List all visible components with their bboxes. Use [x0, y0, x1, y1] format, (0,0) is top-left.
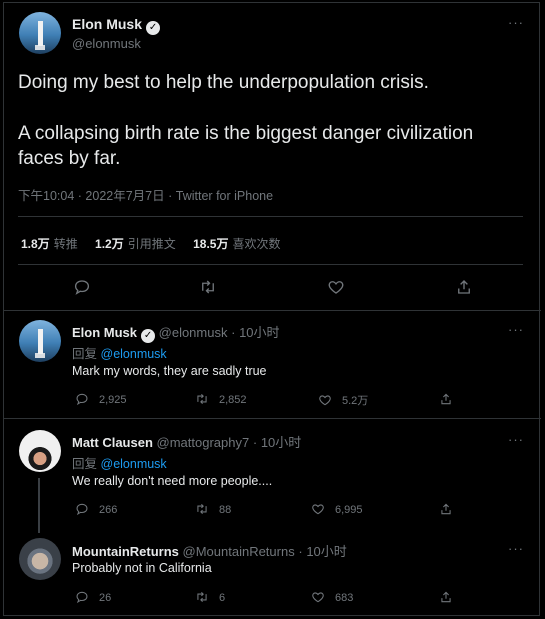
tweet-meta: 下午10:04 · 2022年7月7日 · Twitter for iPhone: [18, 185, 273, 204]
reply-avatar[interactable]: [19, 430, 61, 472]
more-icon[interactable]: ···: [508, 322, 524, 337]
quotes-count: 1.2万: [95, 237, 124, 251]
author-name[interactable]: Elon Musk ✓: [72, 16, 161, 35]
share-button[interactable]: [439, 502, 463, 516]
retweet-button[interactable]: 6: [195, 590, 225, 604]
retweet-count: 2,852: [219, 394, 247, 406]
reply-to-link[interactable]: @elonmusk: [101, 347, 167, 361]
reply-button[interactable]: 2,925: [75, 392, 127, 406]
reply-icon: [75, 392, 89, 406]
meta-sep: ·: [168, 189, 173, 203]
divider: [18, 216, 523, 217]
like-icon: [311, 502, 325, 516]
retweet-icon: [195, 392, 209, 406]
reply-avatar[interactable]: [19, 538, 61, 580]
reply-avatar[interactable]: [19, 320, 61, 362]
reply-count: 26: [99, 592, 112, 604]
tweet-stats: 1.8万 转推 1.2万 引用推文 18.5万 喜欢次数: [21, 235, 294, 252]
like-button[interactable]: 5.2万: [318, 392, 368, 408]
quotes-stat[interactable]: 1.2万 引用推文: [95, 237, 176, 251]
reply-handle[interactable]: @mattography7: [157, 435, 250, 450]
meta-sep: ·: [231, 325, 236, 340]
reply-text: We really don't need more people....: [72, 474, 273, 488]
reply-author[interactable]: Elon Musk ✓ @elonmusk · 10小时: [72, 322, 280, 343]
share-icon[interactable]: [455, 278, 473, 296]
divider: [4, 418, 541, 419]
reply-icon[interactable]: [73, 278, 91, 296]
reply-prefix: 回复: [72, 347, 98, 361]
author-avatar[interactable]: [19, 12, 61, 54]
likes-count: 18.5万: [193, 237, 229, 251]
reply-count: 266: [99, 504, 118, 516]
reply-age[interactable]: 10小时: [239, 325, 279, 340]
retweet-button[interactable]: 88: [195, 502, 231, 516]
share-button[interactable]: [439, 392, 463, 406]
retweets-label: 转推: [53, 237, 78, 251]
like-button[interactable]: 6,995: [311, 502, 363, 516]
likes-stat[interactable]: 18.5万 喜欢次数: [193, 237, 280, 251]
more-icon[interactable]: ···: [508, 432, 524, 447]
like-icon: [311, 590, 325, 604]
retweet-icon: [195, 590, 209, 604]
meta-sep: ·: [252, 435, 258, 450]
reply-age[interactable]: 10小时: [261, 435, 301, 450]
reply-to-line: 回复 @elonmusk: [72, 453, 167, 472]
reply-handle[interactable]: @MountainReturns: [183, 544, 295, 559]
reply-handle[interactable]: @elonmusk: [159, 325, 228, 340]
reply-button[interactable]: 26: [75, 590, 111, 604]
retweet-icon: [195, 502, 209, 516]
like-icon[interactable]: [327, 278, 345, 296]
quotes-label: 引用推文: [127, 237, 176, 251]
reply-text: Probably not in California: [72, 561, 212, 575]
tweet-text-line-3: faces by far.: [18, 148, 121, 169]
tweet-text-line-2: A collapsing birth rate is the biggest d…: [18, 123, 474, 144]
share-icon: [439, 392, 453, 406]
reply-author-name[interactable]: MountainReturns: [72, 544, 179, 559]
share-icon: [439, 590, 453, 604]
reply-author[interactable]: MountainReturns @MountainReturns · 10小时: [72, 541, 347, 560]
more-icon[interactable]: ···: [508, 15, 524, 30]
reply-author-name[interactable]: Matt Clausen: [72, 435, 153, 450]
author-name-text[interactable]: Elon Musk: [72, 16, 142, 32]
like-count: 6,995: [335, 504, 363, 516]
like-count: 5.2万: [342, 395, 369, 407]
share-icon: [439, 502, 453, 516]
meta-sep: ·: [298, 544, 303, 559]
reply-prefix: 回复: [72, 457, 98, 471]
verified-badge-icon: ✓: [141, 329, 156, 343]
share-button[interactable]: [439, 590, 463, 604]
reply-icon: [75, 590, 89, 604]
like-count: 683: [335, 592, 354, 604]
reply-button[interactable]: 266: [75, 502, 117, 516]
reply-author[interactable]: Matt Clausen @mattography7 · 10小时: [72, 432, 301, 451]
reply-count: 2,925: [99, 394, 127, 406]
reply-to-link[interactable]: @elonmusk: [101, 457, 167, 471]
tweet-text-line-1: Doing my best to help the underpopulatio…: [18, 72, 429, 93]
reply-author-name[interactable]: Elon Musk: [72, 325, 137, 340]
thread-line: [38, 478, 40, 533]
more-icon[interactable]: ···: [508, 541, 524, 556]
tweet-date[interactable]: 2022年7月7日: [85, 189, 164, 203]
likes-label: 喜欢次数: [232, 237, 281, 251]
reply-age[interactable]: 10小时: [306, 544, 346, 559]
retweet-count: 88: [219, 504, 232, 516]
tweet-time[interactable]: 下午10:04: [18, 189, 74, 203]
retweets-count: 1.8万: [21, 237, 50, 251]
verified-badge-icon: ✓: [146, 21, 161, 35]
like-icon: [318, 393, 332, 407]
retweet-count: 6: [219, 592, 226, 604]
tweet-source[interactable]: Twitter for iPhone: [176, 189, 273, 203]
divider: [4, 310, 541, 311]
author-handle[interactable]: @elonmusk: [72, 36, 141, 51]
reply-to-line: 回复 @elonmusk: [72, 343, 167, 362]
like-button[interactable]: 683: [311, 590, 353, 604]
retweet-icon[interactable]: [199, 278, 217, 296]
divider: [18, 264, 523, 265]
meta-sep: ·: [77, 189, 82, 203]
retweet-button[interactable]: 2,852: [195, 392, 247, 406]
reply-text: Mark my words, they are sadly true: [72, 364, 267, 378]
reply-icon: [75, 502, 89, 516]
retweets-stat[interactable]: 1.8万 转推: [21, 237, 78, 251]
